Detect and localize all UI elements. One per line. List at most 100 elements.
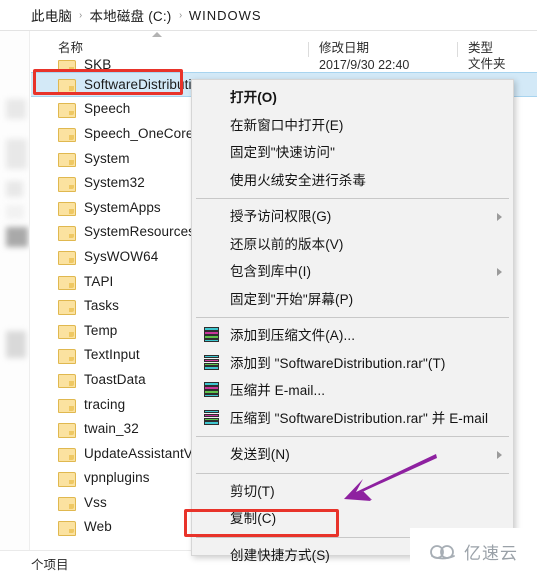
file-name: Vss <box>84 494 107 510</box>
nav-blur-block <box>6 181 23 197</box>
file-type: 文件夹 <box>468 57 506 71</box>
menu-item[interactable]: 包含到库中(I) <box>192 258 513 286</box>
menu-item-label: 包含到库中(I) <box>230 264 312 279</box>
menu-item[interactable]: 压缩到 "SoftwareDistribution.rar" 并 E-mail <box>192 405 513 433</box>
menu-item-label: 还原以前的版本(V) <box>230 236 344 252</box>
menu-item[interactable]: 在新窗口中打开(E) <box>192 112 513 140</box>
file-name: Tasks <box>84 298 120 314</box>
file-name: SystemApps <box>84 199 161 215</box>
nav-blur-block <box>6 331 26 358</box>
folder-icon <box>58 348 76 364</box>
file-name: System32 <box>84 175 145 191</box>
menu-item[interactable]: 添加到 "SoftwareDistribution.rar"(T) <box>192 350 513 378</box>
folder-icon <box>58 176 76 192</box>
column-header-type[interactable]: 类型 <box>468 37 493 56</box>
folder-icon <box>58 397 76 414</box>
winrar-icon <box>203 354 221 372</box>
folder-icon <box>58 102 76 118</box>
menu-item-label: 在新窗口中打开(E) <box>230 117 344 133</box>
file-name: Speech_OneCore <box>84 125 194 141</box>
menu-item[interactable]: 添加到压缩文件(A)... <box>192 322 513 350</box>
nav-blur-block <box>6 205 24 219</box>
menu-item[interactable]: 固定到"开始"屏幕(P) <box>192 286 513 314</box>
menu-item-icon-placeholder <box>203 116 221 134</box>
folder-icon <box>58 422 76 438</box>
nav-blur-block <box>6 227 28 247</box>
menu-item-icon-placeholder <box>203 482 221 500</box>
menu-item-icon-placeholder <box>203 510 221 528</box>
menu-item-icon-placeholder <box>203 144 221 162</box>
folder-icon <box>58 471 76 487</box>
menu-item[interactable]: 打开(O) <box>192 84 513 112</box>
winrar-icon <box>203 327 221 345</box>
column-divider[interactable] <box>457 42 458 57</box>
breadcrumb-item-local-disk[interactable]: 本地磁盘 (C:) <box>89 5 171 25</box>
folder-icon <box>58 274 76 291</box>
file-name: Speech <box>84 101 131 117</box>
file-name: ToastData <box>84 371 146 387</box>
menu-separator <box>196 317 509 318</box>
menu-item-label: 使用火绒安全进行杀毒 <box>230 172 366 188</box>
menu-item-label: 复制(C) <box>230 511 277 526</box>
file-name: tracing <box>84 396 126 412</box>
file-name: Temp <box>84 322 118 338</box>
chevron-right-icon: › <box>178 9 182 21</box>
menu-item-icon-placeholder <box>203 263 221 281</box>
nav-blur-block <box>6 99 26 119</box>
menu-item-label: 添加到 "SoftwareDistribution.rar"(T) <box>230 355 446 371</box>
breadcrumb-item-this-pc[interactable]: 此电脑 <box>31 5 72 25</box>
menu-item-icon-placeholder <box>203 290 221 308</box>
watermark-text: 亿速云 <box>464 544 518 563</box>
menu-item-icon-placeholder <box>203 446 221 464</box>
nav-blur-block <box>6 139 27 169</box>
menu-separator <box>196 436 509 437</box>
folder-icon <box>58 200 76 217</box>
breadcrumb-item-windows[interactable]: WINDOWS <box>189 8 262 23</box>
folder-icon <box>58 372 76 389</box>
file-name: System <box>84 150 130 166</box>
column-header-name[interactable]: 名称 <box>58 37 83 56</box>
column-divider[interactable] <box>308 42 309 57</box>
menu-item-label: 压缩并 E-mail... <box>230 383 326 398</box>
file-name: SystemResources <box>84 224 196 240</box>
menu-item[interactable]: 使用火绒安全进行杀毒 <box>192 167 513 195</box>
file-name: Web <box>84 519 112 535</box>
cloud-icon <box>430 544 455 559</box>
folder-icon <box>58 151 76 168</box>
menu-item-icon-placeholder <box>203 235 221 253</box>
menu-item-icon-placeholder <box>203 208 221 226</box>
menu-item-icon-placeholder <box>203 89 221 107</box>
file-name: vpnplugins <box>84 470 150 486</box>
list-item[interactable]: SKB 2017/9/30 22:40 文件夹 <box>31 56 537 72</box>
file-name: UpdateAssistantV2 <box>84 445 201 461</box>
sort-ascending-icon <box>152 32 162 37</box>
file-name: SysWOW64 <box>84 248 159 264</box>
file-date: 2017/9/30 22:40 <box>319 58 410 72</box>
folder-icon <box>58 520 76 536</box>
menu-item[interactable]: 还原以前的版本(V) <box>192 231 513 259</box>
navigation-pane[interactable] <box>0 31 30 551</box>
chevron-right-icon <box>497 267 502 276</box>
menu-item-label: 打开(O) <box>230 90 277 105</box>
menu-item[interactable]: 固定到"快速访问" <box>192 139 513 167</box>
folder-icon <box>58 446 76 463</box>
context-menu[interactable]: 打开(O) 在新窗口中打开(E) 固定到"快速访问" 使用火绒安全进行杀毒授予访问权限… <box>191 79 514 562</box>
huorong-shield-icon <box>203 171 221 189</box>
menu-item[interactable]: 剪切(T) <box>192 478 513 506</box>
menu-item[interactable]: 授予访问权限(G) <box>192 203 513 231</box>
menu-item[interactable]: 压缩并 E-mail... <box>192 377 513 405</box>
chevron-right-icon <box>497 212 502 221</box>
status-item-count: 个项目 <box>31 557 69 572</box>
folder-icon <box>58 58 76 72</box>
folder-icon <box>58 299 76 315</box>
menu-item-label: 添加到压缩文件(A)... <box>230 328 356 343</box>
menu-item-label: 固定到"快速访问" <box>230 145 335 160</box>
file-explorer-window: 此电脑 › 本地磁盘 (C:) › WINDOWS 名称 修改日期 类型 SKB… <box>0 0 537 575</box>
folder-icon <box>58 495 76 512</box>
menu-item[interactable]: 发送到(N) <box>192 441 513 469</box>
column-header-date-modified[interactable]: 修改日期 <box>319 37 369 56</box>
file-name: SKB <box>84 57 112 72</box>
winrar-icon <box>203 409 221 427</box>
folder-icon <box>58 323 76 340</box>
file-name: TAPI <box>84 273 114 289</box>
